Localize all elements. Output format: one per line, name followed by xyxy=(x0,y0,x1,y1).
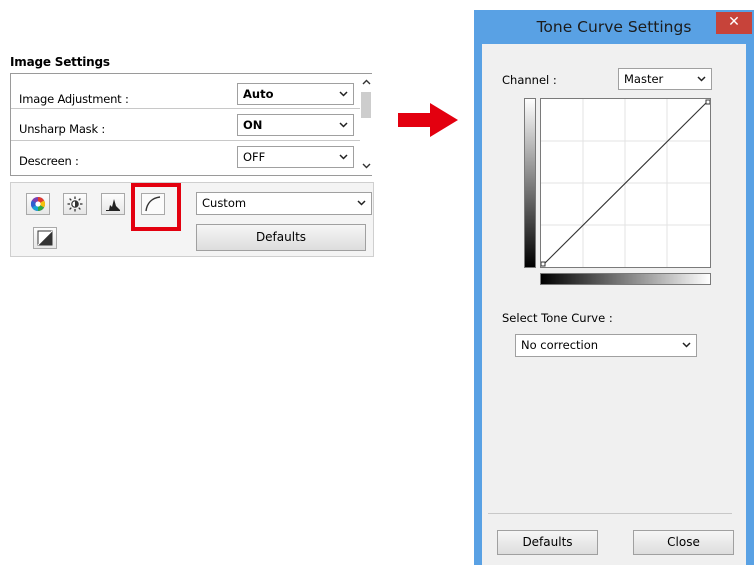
curve-point-end[interactable] xyxy=(705,99,711,105)
histogram-button[interactable] xyxy=(101,193,125,215)
image-settings-panel: Image Adjustment : Auto Unsharp Mask : O… xyxy=(10,73,372,176)
adjustment-toolbar: Custom Defaults xyxy=(10,182,374,257)
tone-curve-graph[interactable] xyxy=(540,98,711,268)
curve-point-start[interactable] xyxy=(540,261,546,267)
chevron-down-icon xyxy=(337,115,349,135)
image-adjustment-label: Image Adjustment : xyxy=(19,92,129,106)
select-tone-curve-label: Select Tone Curve : xyxy=(502,311,613,325)
chevron-down-icon xyxy=(337,147,349,167)
channel-select-value: Master xyxy=(624,72,664,86)
tone-curve-highlight xyxy=(131,183,181,231)
arrow-right-icon xyxy=(398,103,458,137)
scroll-up-icon[interactable] xyxy=(360,76,372,88)
descreen-select[interactable]: OFF xyxy=(237,146,354,168)
brightness-contrast-button[interactable] xyxy=(63,193,87,215)
preset-select[interactable]: Custom xyxy=(196,192,372,215)
scrollbar-thumb[interactable] xyxy=(361,92,371,118)
descreen-label: Descreen : xyxy=(19,154,79,168)
row-divider xyxy=(11,108,360,109)
channel-select[interactable]: Master xyxy=(618,68,712,90)
chevron-down-icon xyxy=(680,335,692,355)
unsharp-mask-select[interactable]: ON xyxy=(237,114,354,136)
image-settings-defaults-button[interactable]: Defaults xyxy=(196,224,366,251)
settings-scrollbar[interactable] xyxy=(360,74,372,175)
image-adjustment-value: Auto xyxy=(243,87,274,101)
color-balance-button[interactable] xyxy=(26,193,50,215)
channel-label: Channel : xyxy=(502,73,557,87)
color-balance-icon xyxy=(31,197,45,211)
final-review-icon xyxy=(37,230,53,246)
output-gradient-bar xyxy=(524,98,536,268)
footer-divider xyxy=(488,513,732,514)
chevron-down-icon xyxy=(355,193,367,213)
tone-curve-close-button[interactable]: Close xyxy=(633,530,734,555)
window-title: Tone Curve Settings xyxy=(536,18,692,36)
chevron-down-icon xyxy=(337,84,349,104)
chevron-down-icon xyxy=(695,69,707,89)
brightness-contrast-icon xyxy=(67,196,83,212)
preset-select-value: Custom xyxy=(202,196,247,210)
unsharp-mask-value: ON xyxy=(243,118,263,132)
scroll-down-icon[interactable] xyxy=(360,160,372,172)
tone-curve-plot xyxy=(540,99,711,267)
tone-curve-defaults-button[interactable]: Defaults xyxy=(497,530,598,555)
input-gradient-bar xyxy=(540,273,711,285)
image-settings-title: Image Settings xyxy=(10,55,110,69)
close-icon[interactable]: ✕ xyxy=(716,12,752,34)
histogram-icon xyxy=(106,199,120,211)
image-adjustment-select[interactable]: Auto xyxy=(237,83,354,105)
tone-curve-select-value: No correction xyxy=(521,338,599,352)
tone-curve-select[interactable]: No correction xyxy=(515,334,697,357)
row-divider xyxy=(11,140,360,141)
unsharp-mask-label: Unsharp Mask : xyxy=(19,122,106,136)
descreen-value: OFF xyxy=(243,150,266,164)
final-review-button[interactable] xyxy=(33,227,57,249)
